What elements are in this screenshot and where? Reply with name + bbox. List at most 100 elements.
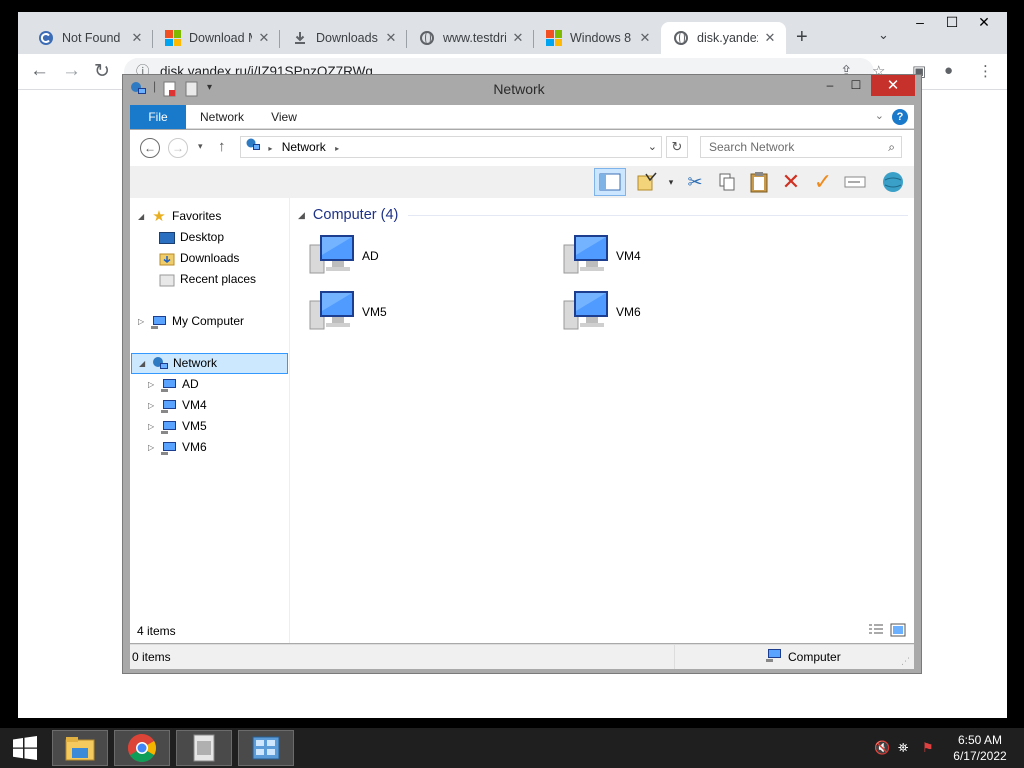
computer-item[interactable]: VM4 (562, 232, 802, 280)
reload-icon[interactable]: ↻ (94, 60, 110, 83)
back-icon[interactable]: ← (30, 60, 49, 82)
minimize-button[interactable]: ‒ (904, 14, 936, 34)
computer-icon (160, 440, 178, 456)
taskbar-file-explorer[interactable] (52, 730, 108, 766)
tab-network[interactable]: Network (190, 105, 254, 129)
nav-item-computer[interactable]: ▷ VM4 (148, 395, 207, 416)
address-field[interactable]: ▸ Network ▸ ⌄ (240, 136, 662, 158)
minimize-button[interactable]: ‒ (817, 75, 843, 96)
maximize-button[interactable]: ☐ (843, 75, 869, 96)
expand-arrow-icon[interactable]: ▷ (138, 311, 148, 332)
checkmark-icon[interactable]: ✓ (810, 169, 836, 194)
close-window-button[interactable]: ✕ (968, 14, 1000, 34)
taskbar-control-panel[interactable] (238, 730, 294, 766)
browser-tab[interactable]: Windows 8 ✕ (534, 22, 661, 54)
action-center-icon[interactable]: ⚑ (922, 740, 934, 756)
browser-tab[interactable]: www.testdri ✕ (407, 22, 534, 54)
nav-item-desktop[interactable]: Desktop (158, 227, 224, 248)
group-header[interactable]: ◢ Computer (4) (298, 204, 908, 226)
breadcrumb-network[interactable]: Network (282, 140, 326, 154)
chevron-down-icon[interactable]: ⌄ (878, 27, 889, 43)
tab-label: Download M (189, 31, 252, 45)
chevron-down-icon[interactable]: ▾ (658, 170, 684, 194)
menu-icon[interactable]: ⋮ (978, 62, 993, 80)
file-explorer-icon (65, 737, 95, 761)
copy-icon[interactable] (714, 170, 740, 194)
navigation-pane-icon[interactable] (594, 168, 626, 196)
properties-icon[interactable] (634, 170, 660, 194)
expand-arrow-icon[interactable]: ◢ (139, 353, 149, 374)
browser-tab[interactable]: Download M ✕ (153, 22, 280, 54)
chevron-down-icon[interactable]: ⌄ (648, 137, 657, 157)
divider (674, 645, 675, 669)
expand-arrow-icon[interactable]: ◢ (138, 206, 148, 227)
close-icon[interactable]: ✕ (129, 30, 145, 46)
forward-icon[interactable]: → (62, 60, 81, 82)
search-icon[interactable]: ⌕ (888, 137, 895, 157)
delete-icon[interactable]: ✕ (778, 169, 804, 194)
expand-arrow-icon[interactable]: ▷ (148, 395, 158, 416)
expand-arrow-icon[interactable]: ▷ (148, 437, 158, 458)
nav-item-computer[interactable]: ▷ AD (148, 374, 199, 395)
forward-icon[interactable]: → (168, 138, 188, 158)
tab-view[interactable]: View (260, 105, 308, 129)
start-button[interactable] (0, 730, 50, 766)
nav-item-favorites[interactable]: ◢ ★ Favorites (138, 206, 221, 227)
network-tray-icon[interactable]: ⛯ (898, 740, 908, 756)
browser-tab[interactable]: Not Found ✕ (26, 22, 153, 54)
tab-strip: Not Found ✕ Download M ✕ Downloads ✕ www… (18, 12, 1007, 54)
cut-icon[interactable]: ✂ (682, 170, 708, 194)
maximize-button[interactable]: ☐ (936, 14, 968, 34)
nav-label: VM4 (182, 398, 207, 412)
nav-item-network[interactable]: ◢ Network (131, 353, 288, 374)
expand-arrow-icon[interactable]: ▷ (148, 416, 158, 437)
back-icon[interactable]: ← (140, 138, 160, 158)
computer-item[interactable]: VM6 (562, 288, 802, 336)
new-tab-button[interactable]: + (796, 26, 808, 49)
tab-file[interactable]: File (130, 105, 186, 129)
nav-item-my-computer[interactable]: ▷ My Computer (138, 311, 244, 332)
taskbar-app[interactable] (176, 730, 232, 766)
recent-locations-icon[interactable]: ▾ (198, 141, 203, 152)
close-icon[interactable]: ✕ (383, 30, 399, 46)
search-input[interactable]: Search Network ⌕ (700, 136, 902, 158)
profile-icon[interactable]: ● (944, 62, 953, 79)
up-icon[interactable]: ↑ (218, 138, 226, 155)
status-location: Computer (788, 650, 841, 664)
nav-item-downloads[interactable]: Downloads (158, 248, 239, 269)
network-globe-icon[interactable] (880, 170, 906, 194)
paste-icon[interactable] (746, 170, 772, 194)
computer-item[interactable]: VM5 (308, 288, 548, 336)
nav-label: Recent places (180, 272, 257, 286)
rename-icon[interactable] (842, 170, 868, 194)
close-button[interactable]: ✕ (871, 75, 915, 96)
system-clock[interactable]: 6:50 AM 6/17/2022 (944, 732, 1016, 764)
chrome-icon (128, 734, 156, 762)
chevron-down-icon[interactable]: ⌄ (875, 109, 884, 122)
divider (408, 214, 908, 216)
nav-label: Desktop (180, 230, 225, 244)
browser-tab-active[interactable]: disk.yandex ✕ (661, 22, 786, 54)
collapse-arrow-icon[interactable]: ◢ (298, 210, 305, 221)
browser-tab[interactable]: Downloads ✕ (280, 22, 407, 54)
help-icon[interactable]: ? (892, 109, 908, 125)
nav-item-computer[interactable]: ▷ VM5 (148, 416, 207, 437)
volume-muted-icon[interactable]: 🔇 (874, 740, 890, 756)
breadcrumb-chevron-icon[interactable]: ▸ (335, 144, 339, 153)
nav-item-recent-places[interactable]: Recent places (158, 269, 256, 290)
resize-grip-icon[interactable]: ⋰ (901, 656, 910, 667)
close-icon[interactable]: ✕ (510, 30, 526, 46)
close-icon[interactable]: ✕ (762, 30, 778, 46)
close-icon[interactable]: ✕ (256, 30, 272, 46)
large-icons-view-icon[interactable] (890, 622, 906, 645)
computer-item[interactable]: AD (308, 232, 548, 280)
close-icon[interactable]: ✕ (637, 30, 653, 46)
explorer-titlebar[interactable]: | ▾ Network ‒ ☐ ✕ (123, 75, 921, 103)
expand-arrow-icon[interactable]: ▷ (148, 374, 158, 395)
details-view-icon[interactable] (868, 622, 884, 645)
nav-item-computer[interactable]: ▷ VM6 (148, 437, 207, 458)
item-count-bar: 4 items (130, 620, 914, 643)
taskbar-chrome[interactable] (114, 730, 170, 766)
refresh-icon[interactable]: ↻ (666, 136, 688, 158)
breadcrumb-chevron-icon[interactable]: ▸ (268, 144, 272, 153)
